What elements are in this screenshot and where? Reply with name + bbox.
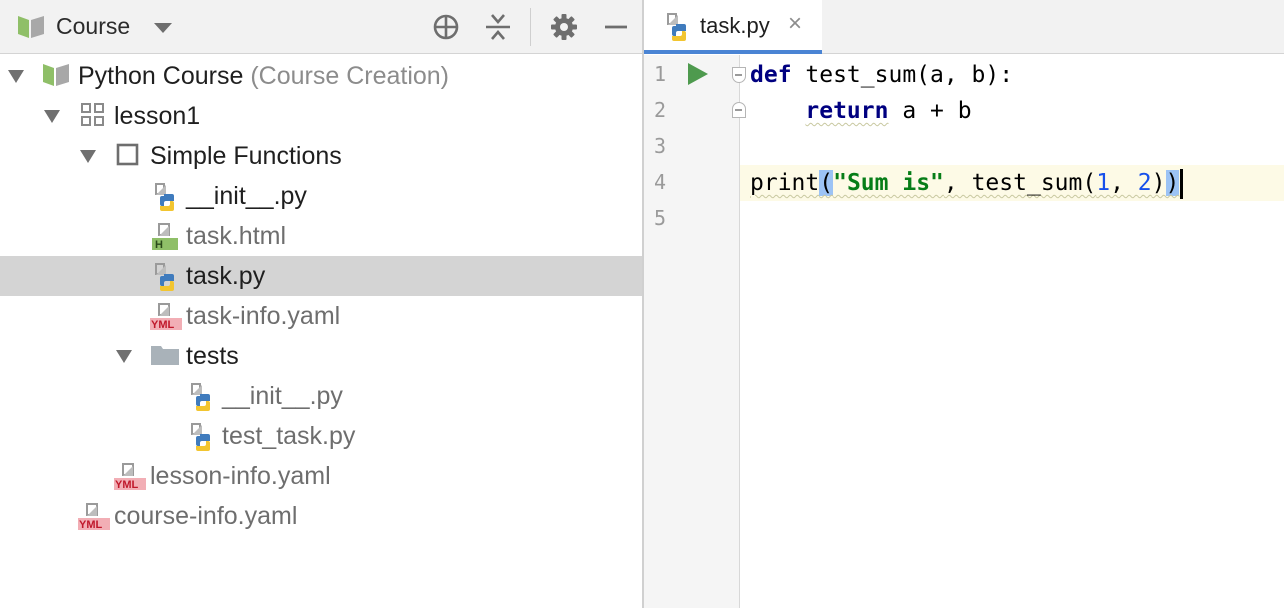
folder-icon — [150, 342, 180, 372]
yaml-file-icon: YML — [114, 462, 146, 492]
tree-item-course[interactable]: Python Course (Course Creation) — [0, 56, 642, 96]
expand-arrow-icon[interactable] — [116, 350, 132, 363]
python-file-icon — [152, 182, 182, 212]
task-icon — [116, 142, 146, 172]
minimize-icon[interactable] — [600, 11, 632, 43]
keyword-def: def — [750, 62, 792, 88]
code-text: a + b — [888, 98, 972, 124]
code-editor: task.py × 1 2 3 4 5 def test_sum(a, b): … — [644, 0, 1284, 608]
file-name: __init__.py — [186, 182, 307, 210]
tree-item-file-selected[interactable]: task.py — [0, 256, 642, 296]
expand-arrow-icon[interactable] — [80, 150, 96, 163]
code-fn: print — [750, 170, 820, 196]
svg-text:YML: YML — [151, 319, 175, 331]
tree-item-folder[interactable]: tests — [0, 336, 642, 376]
python-file-icon — [188, 422, 218, 452]
line-number: 2 — [653, 98, 666, 122]
code-line-2: return a + b — [740, 93, 1284, 129]
gear-icon[interactable] — [548, 11, 580, 43]
expand-arrow-icon[interactable] — [44, 110, 60, 123]
file-name: lesson-info.yaml — [150, 462, 331, 490]
project-toolbar: Course — [0, 0, 642, 54]
file-name: task.py — [186, 262, 266, 290]
text-caret — [1180, 168, 1184, 199]
project-view-selector[interactable]: Course — [56, 13, 130, 40]
project-panel: Course Python Course (Course Creation) l… — [0, 0, 642, 608]
close-icon[interactable]: × — [788, 10, 802, 38]
locate-icon[interactable] — [430, 11, 462, 43]
book-icon — [16, 14, 46, 45]
lesson-icon — [80, 102, 110, 132]
code-text: test_sum(a, b): — [791, 62, 1014, 88]
python-file-icon — [664, 12, 694, 42]
print-call: print("Sum is", test_sum(1, 2)) — [750, 170, 1180, 196]
tab-label: task.py — [700, 13, 770, 38]
tree-item-file[interactable]: __init__.py — [0, 376, 642, 416]
collapse-all-icon[interactable] — [482, 11, 514, 43]
code-line-4: print("Sum is", test_sum(1, 2)) — [740, 165, 1284, 201]
tree-item-file[interactable]: test_task.py — [0, 416, 642, 456]
file-name: test_task.py — [222, 422, 356, 450]
editor-tab-bar: task.py × — [644, 0, 1284, 54]
svg-text:H: H — [155, 239, 163, 251]
number-literal: 2 — [1137, 170, 1152, 196]
file-name: task-info.yaml — [186, 302, 341, 330]
tree-item-file[interactable]: __init__.py — [0, 176, 642, 216]
tree-item-file[interactable]: YML task-info.yaml — [0, 296, 642, 336]
book-icon — [42, 62, 72, 92]
line-number: 4 — [653, 170, 666, 194]
expand-arrow-icon[interactable] — [8, 70, 24, 83]
line-number: 5 — [653, 206, 666, 230]
toolbar-separator — [530, 8, 531, 46]
folder-name: tests — [186, 342, 239, 370]
tree-item-lesson[interactable]: lesson1 — [0, 96, 642, 136]
number-literal: 1 — [1096, 170, 1111, 196]
line-number: 1 — [653, 62, 666, 86]
lesson-name: lesson1 — [114, 102, 201, 130]
code-line-1: def test_sum(a, b): — [740, 57, 1284, 93]
run-icon[interactable] — [688, 63, 708, 85]
matched-brace: ( — [819, 170, 834, 196]
file-name: __init__.py — [222, 382, 343, 410]
editor-gutter: 1 2 3 4 5 — [644, 55, 746, 608]
line-number: 3 — [653, 134, 666, 158]
code-text: , test_sum( — [943, 170, 1097, 196]
tab-task-py[interactable]: task.py × — [644, 0, 822, 54]
python-file-icon — [152, 262, 182, 292]
course-mode-label: (Course Creation) — [250, 62, 450, 90]
file-name: course-info.yaml — [114, 502, 298, 530]
svg-text:YML: YML — [79, 519, 103, 531]
code-text: ) — [1151, 170, 1166, 196]
chevron-down-icon[interactable] — [154, 23, 172, 33]
python-file-icon — [188, 382, 218, 412]
svg-text:YML: YML — [115, 479, 139, 491]
tree-item-file[interactable]: H task.html — [0, 216, 642, 256]
course-name: Python Course — [78, 62, 244, 90]
code-area[interactable]: def test_sum(a, b): return a + b print("… — [740, 55, 1284, 608]
tree-item-file[interactable]: YML course-info.yaml — [0, 496, 642, 536]
keyword-return: return — [805, 98, 889, 124]
tree-item-task[interactable]: Simple Functions — [0, 136, 642, 176]
tree-item-file[interactable]: YML lesson-info.yaml — [0, 456, 642, 496]
yaml-file-icon: YML — [78, 502, 110, 532]
yaml-file-icon: YML — [150, 302, 182, 332]
string-literal: "Sum is" — [833, 170, 944, 196]
matched-brace: ) — [1165, 170, 1180, 196]
task-name: Simple Functions — [150, 142, 342, 170]
file-name: task.html — [186, 222, 287, 250]
code-text: , — [1110, 170, 1138, 196]
html-file-icon: H — [152, 222, 182, 252]
